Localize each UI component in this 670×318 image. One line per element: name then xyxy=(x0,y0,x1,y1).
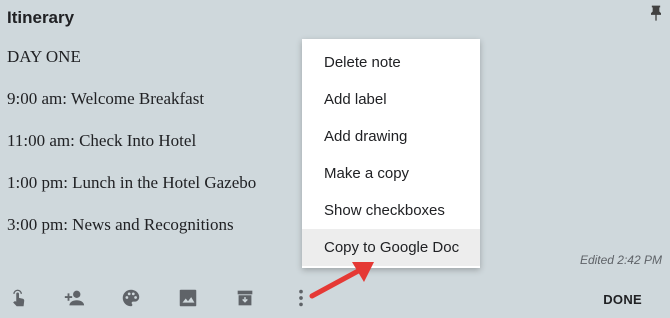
menu-item-add-label[interactable]: Add label xyxy=(302,81,480,118)
note-line: 3:00 pm: News and Recognitions xyxy=(7,215,234,234)
remind-me-icon[interactable] xyxy=(8,287,30,309)
image-icon[interactable] xyxy=(177,287,199,309)
menu-item-show-checkboxes[interactable]: Show checkboxes xyxy=(302,192,480,229)
context-menu: Delete note Add label Add drawing Make a… xyxy=(302,39,480,268)
note-line: 9:00 am: Welcome Breakfast xyxy=(7,89,205,108)
menu-item-make-a-copy[interactable]: Make a copy xyxy=(302,155,480,192)
note-title[interactable]: Itinerary xyxy=(7,8,74,28)
archive-icon[interactable] xyxy=(234,287,256,309)
note-line: DAY ONE xyxy=(7,47,81,66)
collaborator-icon[interactable] xyxy=(63,287,85,309)
menu-item-delete-note[interactable]: Delete note xyxy=(302,44,480,81)
note-body[interactable]: DAY ONE 9:00 am: Welcome Breakfast 11:00… xyxy=(7,46,256,256)
note-line: 11:00 am: Check Into Hotel xyxy=(7,131,197,150)
pin-icon[interactable] xyxy=(646,4,666,24)
menu-item-add-drawing[interactable]: Add drawing xyxy=(302,118,480,155)
note-line: 1:00 pm: Lunch in the Hotel Gazebo xyxy=(7,173,257,192)
annotation-arrow-icon xyxy=(309,262,374,299)
palette-icon[interactable] xyxy=(120,287,142,309)
edited-timestamp: Edited 2:42 PM xyxy=(579,253,662,267)
done-button[interactable]: DONE xyxy=(603,292,642,307)
